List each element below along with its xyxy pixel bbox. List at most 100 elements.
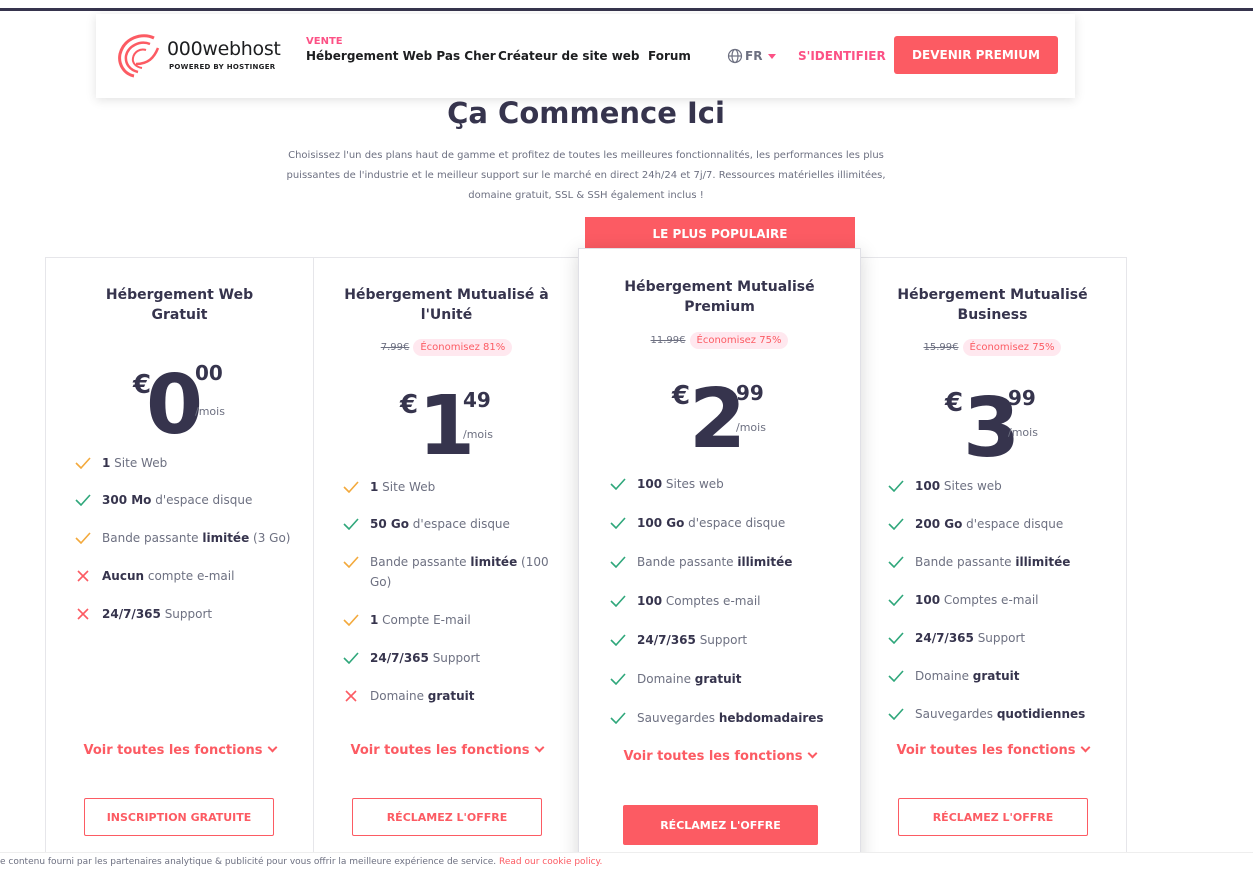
most-popular-badge: LE PLUS POPULAIRE (585, 217, 855, 250)
feature-item: 24/7/365 Support (342, 648, 480, 668)
logo-swirl-icon (118, 34, 160, 78)
signin-link[interactable]: S'IDENTIFIER (798, 49, 886, 63)
old-price: 7.99€ (380, 342, 410, 353)
feature-item: 100 Comptes e-mail (609, 591, 760, 611)
check-icon (887, 704, 905, 724)
feature-item: Sauvegardes quotidiennes (887, 704, 1085, 724)
logo-subtitle: POWERED BY HOSTINGER (169, 63, 276, 71)
page-title: Ça Commence Ici (447, 96, 725, 130)
check-icon (609, 708, 627, 728)
plan-price: € 1 49 /mois (400, 379, 493, 474)
feature-item: Domaine gratuit (887, 666, 1020, 686)
cross-icon (74, 566, 92, 586)
claim-offer-button[interactable]: RÉCLAMEZ L'OFFRE (898, 798, 1088, 836)
cross-icon (342, 686, 360, 706)
plan-card-free: Hébergement Web Gratuit € 0 00 /mois 1 S… (45, 257, 314, 873)
top-border (0, 8, 1253, 11)
feature-item: Bande passante illimitée (609, 552, 792, 572)
check-icon (887, 476, 905, 496)
see-all-features-link[interactable]: Voir toutes les fonctions (859, 742, 1126, 758)
feature-item: 300 Mo d'espace disque (74, 490, 252, 510)
plan-price: € 2 99 /mois (672, 372, 766, 467)
plan-price: € 3 99 /mois (945, 381, 1038, 476)
discount-badge: Économisez 75% (689, 332, 789, 349)
plan-title: Hébergement Mutualisé Business (897, 287, 1088, 323)
feature-item-wrap: Go) (370, 575, 392, 589)
see-all-features-link[interactable]: Voir toutes les fonctions (314, 742, 579, 758)
nav-link-forum[interactable]: Forum (648, 49, 691, 63)
nav-link-website-builder[interactable]: Créateur de site web (498, 49, 640, 63)
check-icon (74, 528, 92, 548)
feature-item: 1 Compte E-mail (342, 610, 471, 630)
plan-card-premium: Hébergement Mutualisé Premium 11.99€ Éco… (578, 248, 861, 873)
check-icon (887, 514, 905, 534)
see-all-features-link[interactable]: Voir toutes les fonctions (46, 742, 313, 758)
plan-card-single: Hébergement Mutualisé à l'Unité 7.99€ Éc… (313, 257, 580, 873)
cross-icon (74, 604, 92, 624)
feature-item: Bande passante illimitée (887, 552, 1070, 572)
check-icon (609, 474, 627, 494)
check-icon (342, 610, 360, 630)
language-label: FR (745, 49, 763, 63)
feature-item: 100 Sites web (887, 476, 1002, 496)
feature-item: 24/7/365 Support (887, 628, 1025, 648)
navbar: 000webhost POWERED BY HOSTINGER VENTE Hé… (96, 14, 1075, 98)
logo-name: 000webhost (167, 38, 281, 60)
check-icon (887, 628, 905, 648)
cookie-text: e contenu fourni par les partenaires ana… (0, 857, 500, 867)
check-icon (609, 552, 627, 572)
discount-badge: Économisez 81% (413, 339, 513, 356)
check-icon (609, 591, 627, 611)
see-all-features-link[interactable]: Voir toutes les fonctions (579, 748, 860, 764)
chevron-down-icon (534, 742, 544, 753)
check-icon (609, 669, 627, 689)
chevron-down-icon (807, 748, 817, 759)
cookie-banner: e contenu fourni par les partenaires ana… (0, 852, 1253, 873)
cookie-policy-link[interactable]: Read our cookie policy. (499, 857, 602, 867)
caret-down-icon (768, 53, 777, 59)
globe-icon (727, 48, 743, 64)
check-icon (342, 648, 360, 668)
feature-item: 100 Comptes e-mail (887, 590, 1038, 610)
check-icon (342, 477, 360, 497)
plan-title: Hébergement Web Gratuit (105, 287, 254, 323)
feature-item: 100 Go d'espace disque (609, 513, 785, 533)
become-premium-button[interactable]: DEVENIR PREMIUM (894, 36, 1058, 74)
plan-title: Hébergement Mutualisé Premium (624, 279, 815, 315)
logo[interactable]: 000webhost POWERED BY HOSTINGER (114, 30, 284, 80)
check-icon (609, 513, 627, 533)
page-description: Choisissez l'un des plans haut de gamme … (286, 150, 886, 201)
old-price-row: 7.99€ Économisez 81% (314, 339, 579, 356)
nav-link-cheap-hosting[interactable]: Hébergement Web Pas Cher (306, 49, 496, 63)
plan-title: Hébergement Mutualisé à l'Unité (344, 287, 549, 323)
free-signup-button[interactable]: INSCRIPTION GRATUITE (84, 798, 274, 836)
check-icon (887, 590, 905, 610)
feature-item: Domaine gratuit (609, 669, 742, 689)
check-icon (342, 552, 360, 572)
feature-item: 1 Site Web (74, 453, 167, 473)
feature-item: Aucun compte e-mail (74, 566, 234, 586)
plan-price: € 0 00 /mois (133, 358, 225, 453)
old-price: 11.99€ (650, 335, 686, 346)
feature-item: Bande passante limitée (3 Go) (74, 528, 290, 548)
feature-item: 200 Go d'espace disque (887, 514, 1063, 534)
feature-item: Bande passante limitée (100 (342, 552, 549, 572)
language-selector[interactable]: FR (727, 48, 777, 64)
check-icon (887, 552, 905, 572)
old-price: 15.99€ (923, 342, 959, 353)
sale-tag: VENTE (306, 36, 343, 47)
feature-item: Sauvegardes hebdomadaires (609, 708, 824, 728)
check-icon (74, 453, 92, 473)
feature-item: Domaine gratuit (342, 686, 475, 706)
feature-item: 100 Sites web (609, 474, 724, 494)
feature-item: 50 Go d'espace disque (342, 514, 510, 534)
check-icon (609, 630, 627, 650)
feature-item: 1 Site Web (342, 477, 435, 497)
discount-badge: Économisez 75% (962, 339, 1062, 356)
check-icon (342, 514, 360, 534)
old-price-row: 15.99€ Économisez 75% (859, 339, 1126, 356)
claim-offer-button[interactable]: RÉCLAMEZ L'OFFRE (352, 798, 542, 836)
check-icon (887, 666, 905, 686)
chevron-down-icon (1080, 742, 1090, 753)
claim-offer-button[interactable]: RÉCLAMEZ L'OFFRE (623, 805, 818, 845)
